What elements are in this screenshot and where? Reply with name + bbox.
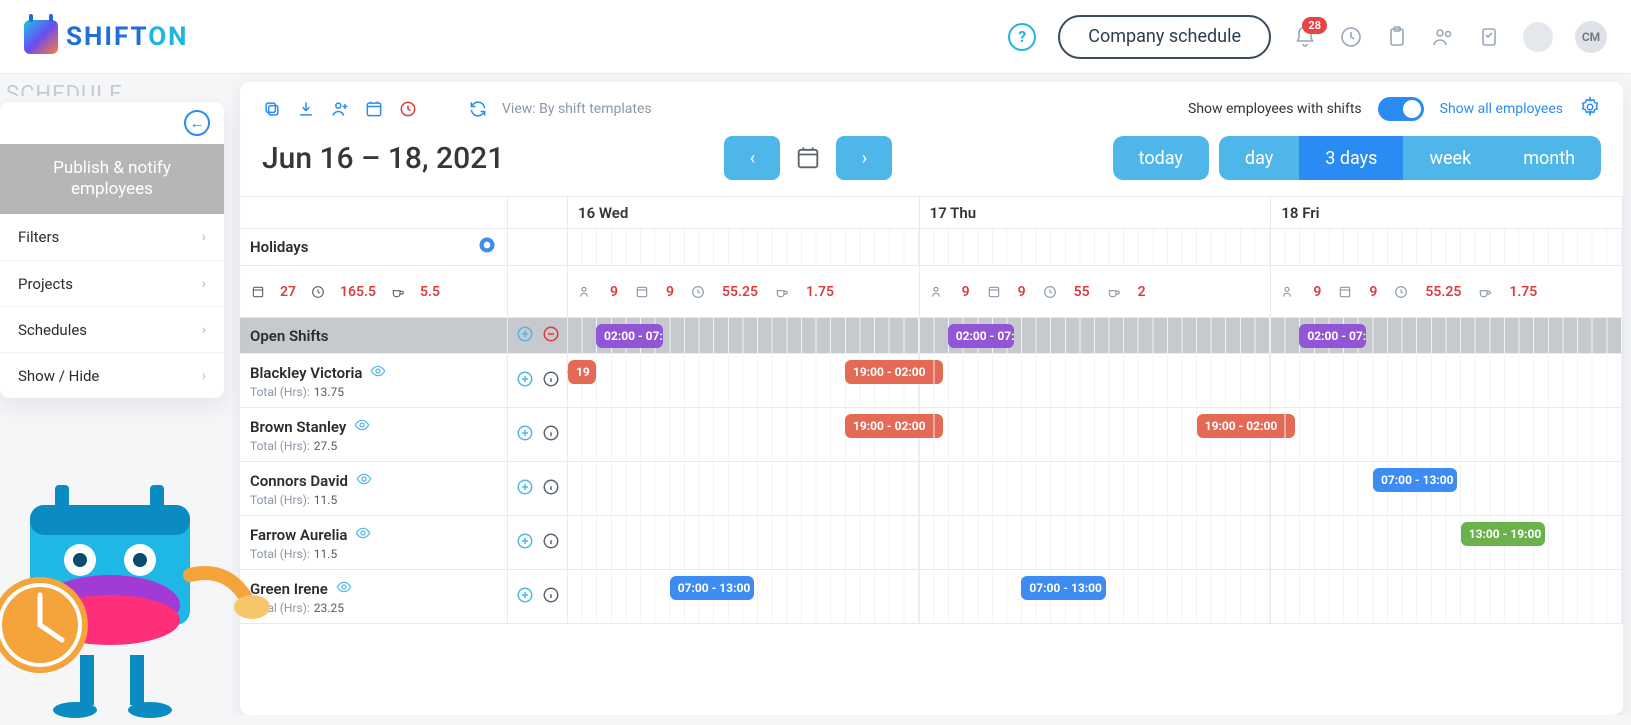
logo[interactable]: SHIFTON bbox=[24, 20, 189, 54]
grid-action-header bbox=[508, 197, 568, 228]
avatar[interactable] bbox=[1523, 22, 1553, 52]
prev-button[interactable]: ‹ bbox=[724, 136, 780, 180]
employee-row: Farrow AureliaTotal (Hrs):11.513:00 - 19… bbox=[240, 516, 1623, 570]
employee-row: Blackley VictoriaTotal (Hrs):13.751919:0… bbox=[240, 354, 1623, 408]
remove-open-shift-icon[interactable] bbox=[542, 325, 560, 347]
col-header-1: 17 Thu bbox=[920, 197, 1272, 228]
range-buttons: today day 3 days week month bbox=[1113, 136, 1601, 180]
employee-row: Connors DavidTotal (Hrs):11.507:00 - 13:… bbox=[240, 462, 1623, 516]
info-icon[interactable] bbox=[542, 478, 560, 500]
help-icon[interactable]: ? bbox=[1008, 23, 1036, 51]
shift-block[interactable]: 19 bbox=[568, 360, 596, 384]
open-shifts-label: Open Shifts bbox=[240, 318, 508, 353]
range-3days[interactable]: 3 days bbox=[1299, 136, 1403, 180]
next-button[interactable]: › bbox=[836, 136, 892, 180]
visibility-icon[interactable] bbox=[336, 579, 352, 599]
clipboard-icon[interactable] bbox=[1385, 25, 1409, 49]
schedule-grid: 16 Wed 17 Thu 18 Fri Holidays bbox=[240, 196, 1623, 715]
tasks-icon[interactable] bbox=[1477, 25, 1501, 49]
info-icon[interactable] bbox=[542, 424, 560, 446]
panel-toolbar: View: By shift templates Show employees … bbox=[240, 82, 1623, 130]
publish-button[interactable]: Publish & notify employees bbox=[0, 144, 224, 214]
mascot-illustration bbox=[0, 465, 280, 725]
open-shift[interactable]: 02:00 - 07:00 bbox=[1299, 324, 1366, 348]
col-header-2: 18 Fri bbox=[1271, 197, 1623, 228]
schedule-panel: View: By shift templates Show employees … bbox=[240, 82, 1623, 715]
visibility-icon[interactable] bbox=[356, 471, 372, 491]
view-mode-label[interactable]: View: By shift templates bbox=[502, 101, 652, 117]
date-picker-icon[interactable] bbox=[786, 136, 830, 180]
add-open-shift-icon[interactable] bbox=[516, 325, 534, 347]
sidebar: SCHEDULE ← Publish & notify employees Fi… bbox=[0, 74, 232, 715]
notifications-icon[interactable]: 28 bbox=[1293, 25, 1317, 49]
info-icon[interactable] bbox=[542, 370, 560, 392]
show-with-shifts-toggle[interactable] bbox=[1378, 97, 1424, 121]
add-shift-icon[interactable] bbox=[516, 478, 534, 500]
range-week[interactable]: week bbox=[1403, 136, 1497, 180]
users-icon[interactable] bbox=[1431, 25, 1455, 49]
copy-icon[interactable] bbox=[262, 99, 282, 119]
company-schedule-button[interactable]: Company schedule bbox=[1058, 15, 1271, 59]
holidays-icon[interactable] bbox=[477, 235, 497, 259]
date-nav-row: Jun 16 – 18, 2021 ‹ › today day 3 days w… bbox=[240, 130, 1623, 196]
info-icon[interactable] bbox=[542, 532, 560, 554]
info-icon[interactable] bbox=[542, 586, 560, 608]
page-title-cutoff: SCHEDULE bbox=[6, 82, 224, 96]
visibility-icon[interactable] bbox=[355, 525, 371, 545]
sidebar-item-1[interactable]: Projects› bbox=[0, 260, 224, 306]
sidebar-item-3[interactable]: Show / Hide› bbox=[0, 352, 224, 398]
sidebar-item-2[interactable]: Schedules› bbox=[0, 306, 224, 352]
top-actions: ? Company schedule 28 CM bbox=[1008, 15, 1607, 59]
sidebar-item-0[interactable]: Filters› bbox=[0, 214, 224, 260]
open-shift[interactable]: 02:00 - 07:00 bbox=[948, 324, 1015, 348]
range-month[interactable]: month bbox=[1497, 136, 1601, 180]
clock-icon[interactable] bbox=[1339, 25, 1363, 49]
grid-corner bbox=[240, 197, 508, 228]
settings-icon[interactable] bbox=[1579, 96, 1601, 122]
range-today[interactable]: today bbox=[1113, 136, 1209, 180]
add-shift-icon[interactable] bbox=[516, 370, 534, 392]
employee-row: Brown StanleyTotal (Hrs):27.519:00 - 02:… bbox=[240, 408, 1623, 462]
logo-icon bbox=[24, 20, 58, 54]
show-with-shifts-label: Show employees with shifts bbox=[1188, 101, 1362, 117]
add-shift-icon[interactable] bbox=[516, 424, 534, 446]
show-all-employees-link[interactable]: Show all employees bbox=[1440, 101, 1563, 117]
range-day[interactable]: day bbox=[1219, 136, 1299, 180]
holidays-row-label: Holidays bbox=[240, 229, 508, 265]
top-bar: SHIFTON ? Company schedule 28 CM bbox=[0, 0, 1631, 74]
user-chip[interactable]: CM bbox=[1575, 21, 1607, 53]
col-header-0: 16 Wed bbox=[568, 197, 920, 228]
shift-block[interactable]: 13:00 - 19:00 bbox=[1461, 522, 1545, 546]
refresh-icon[interactable] bbox=[468, 99, 488, 119]
shift-block[interactable]: 07:00 - 13:00 bbox=[1373, 468, 1457, 492]
add-shift-icon[interactable] bbox=[516, 586, 534, 608]
open-shift[interactable]: 02:00 - 07:00 bbox=[596, 324, 663, 348]
notification-badge: 28 bbox=[1302, 17, 1327, 34]
overall-totals: 27 165.5 5.5 bbox=[240, 266, 508, 317]
date-range-label: Jun 16 – 18, 2021 bbox=[262, 141, 504, 176]
shift-block[interactable]: 07:00 - 13:00 bbox=[670, 576, 754, 600]
add-user-icon[interactable] bbox=[330, 99, 350, 119]
clock-red-icon[interactable] bbox=[398, 99, 418, 119]
logo-text: SHIFTON bbox=[66, 22, 189, 52]
employee-row: Green IreneTotal (Hrs):23.2507:00 - 13:0… bbox=[240, 570, 1623, 624]
collapse-sidebar-icon[interactable]: ← bbox=[184, 110, 210, 136]
visibility-icon[interactable] bbox=[354, 417, 370, 437]
visibility-icon[interactable] bbox=[370, 363, 386, 383]
add-shift-icon[interactable] bbox=[516, 532, 534, 554]
shift-block[interactable]: 07:00 - 13:00 bbox=[1021, 576, 1105, 600]
calendar-grid-icon[interactable] bbox=[364, 99, 384, 119]
download-icon[interactable] bbox=[296, 99, 316, 119]
